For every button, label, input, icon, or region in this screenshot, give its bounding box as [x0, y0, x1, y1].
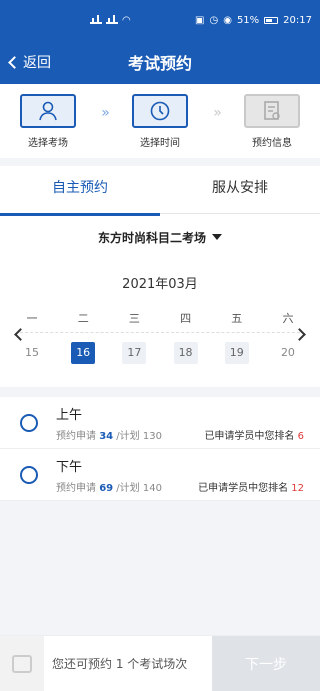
slot-rank: 已申请学员中您排名 12	[198, 482, 304, 494]
step-label: 预约信息	[251, 137, 292, 149]
date-picker: 2021年03月 一 二 三 四 五 六 15 16 17 18 19 20	[0, 260, 320, 387]
date-cell[interactable]: 15	[20, 342, 44, 364]
step-booking-info: 预约信息	[242, 93, 302, 149]
weekday-label: 二	[77, 311, 89, 325]
weekday-row: 一 二 三 四 五 六	[20, 303, 300, 333]
time-slot-list: 上午 预约申请 34 /计划 130 已申请学员中您排名 6 下午 预约申请 6…	[0, 397, 320, 501]
document-icon	[243, 93, 300, 128]
nav-bar: 返回 考试预约	[0, 40, 320, 84]
alarm-icon: ◷	[209, 14, 219, 26]
weekday-label: 一	[26, 311, 38, 325]
bottom-action-bar: 您还可预约 1 个考试场次 下一步	[0, 635, 320, 691]
tab-self-booking[interactable]: 自主预约	[0, 166, 160, 216]
remaining-bookings-text: 您还可预约 1 个考试场次	[52, 657, 188, 671]
back-label: 返回	[23, 55, 51, 71]
month-label: 2021年03月	[122, 277, 198, 292]
back-button[interactable]: 返回	[8, 52, 51, 72]
date-cell[interactable]: 19	[224, 342, 249, 364]
step-progress: 选择考场 » 选择时间 » 预约信息	[0, 84, 320, 158]
venue-selector[interactable]: 东方时尚科目二考场	[0, 214, 320, 260]
nfc-icon: ▣	[195, 14, 205, 26]
venue-name: 东方时尚科目二考场	[97, 230, 206, 245]
user-icon	[20, 93, 76, 128]
location-icon: ◉	[223, 14, 232, 26]
booking-tabs: 自主预约 服从安排	[0, 166, 320, 216]
date-cell[interactable]: 20	[276, 342, 300, 364]
time-slot-afternoon[interactable]: 下午 预约申请 69 /计划 140 已申请学员中您排名 12	[0, 449, 320, 501]
signal-icon	[90, 15, 102, 24]
step-label: 选择考场	[28, 137, 68, 149]
step-select-time: 选择时间	[130, 93, 190, 149]
step-arrow-icon: »	[101, 105, 109, 121]
date-cell[interactable]: 17	[122, 342, 147, 364]
next-step-button[interactable]: 下一步	[212, 635, 320, 691]
caret-down-icon	[212, 234, 222, 240]
slot-name: 下午	[56, 459, 83, 475]
slot-name: 上午	[56, 407, 83, 423]
step-arrow-icon: »	[213, 105, 221, 121]
slot-rank: 已申请学员中您排名 6	[204, 430, 304, 442]
signal-icon	[106, 15, 118, 24]
step-label: 选择时间	[139, 137, 180, 149]
calendar-icon	[0, 635, 44, 691]
tab-assigned[interactable]: 服从安排	[160, 166, 320, 213]
date-row: 15 16 17 18 19 20	[0, 333, 320, 373]
weekday-label: 六	[282, 311, 294, 325]
battery-text: 51%	[236, 14, 260, 26]
slot-quota: 预约申请 69 /计划 140	[56, 482, 162, 494]
battery-icon	[264, 16, 279, 24]
time-slot-morning[interactable]: 上午 预约申请 34 /计划 130 已申请学员中您排名 6	[0, 397, 320, 449]
date-cell[interactable]: 18	[173, 342, 198, 364]
clock-icon	[131, 93, 188, 128]
slot-radio[interactable]	[20, 465, 38, 484]
slot-quota: 预约申请 34 /计划 130	[56, 430, 162, 442]
clock-time: 20:17	[283, 14, 312, 26]
date-cell-selected[interactable]: 16	[71, 342, 96, 364]
status-bar: ◠ ▣ ◷ ◉ 51% 20:17	[0, 0, 320, 40]
weekday-label: 五	[231, 311, 243, 325]
chevron-left-icon	[8, 55, 21, 69]
wifi-icon: ◠	[122, 14, 131, 26]
weekday-label: 三	[128, 311, 140, 325]
slot-radio[interactable]	[20, 413, 38, 432]
step-select-venue: 选择考场	[18, 93, 78, 149]
weekday-label: 四	[180, 311, 192, 325]
